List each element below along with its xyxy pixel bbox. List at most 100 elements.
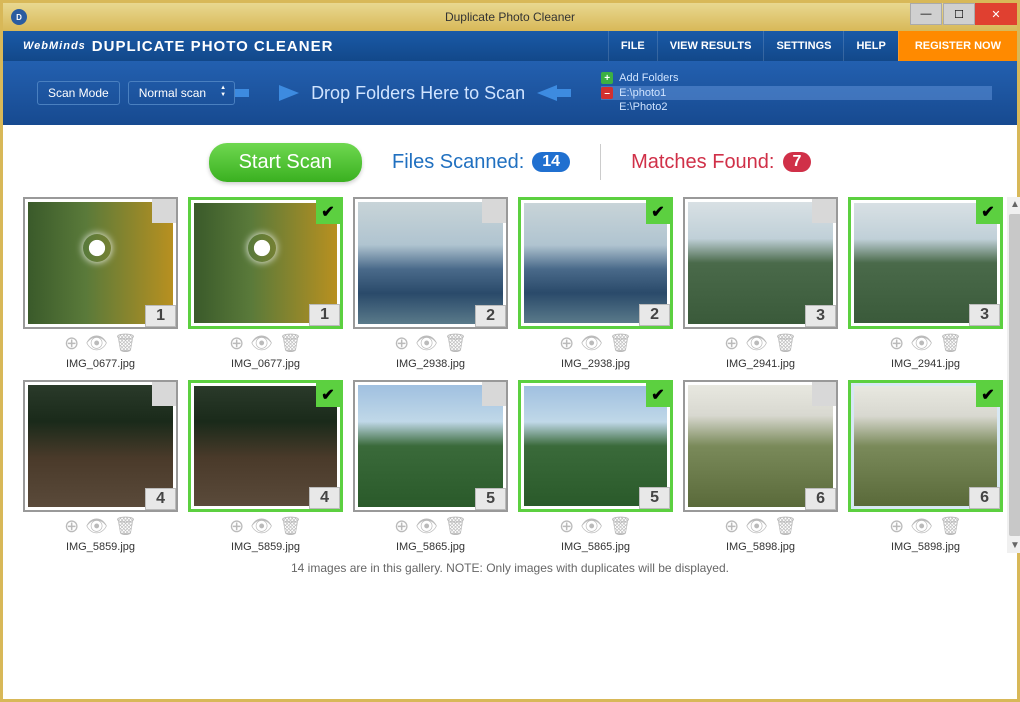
brand-company: WebMinds [23,40,86,52]
thumb-card: 1 ⊕ 👁 🗑 IMG_0677.jpg [23,197,178,370]
eye-icon[interactable]: 👁 [745,516,768,537]
thumb-box[interactable]: ✔ 6 [848,380,1003,512]
thumb-checkbox[interactable]: ✔ [976,200,1000,224]
eye-icon[interactable]: 👁 [85,516,108,537]
group-badge: 5 [639,487,670,509]
thumb-checkbox[interactable] [812,382,836,406]
zoom-icon[interactable]: ⊕ [724,516,739,537]
stats-row: Start Scan Files Scanned: 14 Matches Fou… [3,125,1017,181]
scroll-thumb[interactable] [1009,214,1020,536]
thumb-box[interactable]: ✔ 5 [518,380,673,512]
thumb-filename: IMG_0677.jpg [23,358,178,370]
divider [600,144,601,180]
thumb-actions: ⊕ 👁 🗑 [353,333,508,354]
zoom-icon[interactable]: ⊕ [559,333,574,354]
thumb-checkbox[interactable]: ✔ [976,383,1000,407]
menu-view-results[interactable]: VIEW RESULTS [657,31,764,61]
menu-settings[interactable]: SETTINGS [763,31,843,61]
eye-icon[interactable]: 👁 [415,333,438,354]
thumb-box[interactable]: ✔ 2 [518,197,673,329]
thumb-box[interactable]: 4 [23,380,178,512]
thumb-box[interactable]: 2 [353,197,508,329]
trash-icon[interactable]: 🗑 [939,333,962,354]
eye-icon[interactable]: 👁 [580,516,603,537]
group-badge: 4 [145,488,176,510]
thumb-checkbox[interactable] [152,199,176,223]
zoom-icon[interactable]: ⊕ [559,516,574,537]
eye-icon[interactable]: 👁 [415,516,438,537]
gallery: 1 ⊕ 👁 🗑 IMG_0677.jpg ✔ 1 ⊕ 👁 🗑 IMG_0677.… [23,197,1003,553]
thumb-checkbox[interactable] [482,199,506,223]
thumb-box[interactable]: ✔ 1 [188,197,343,329]
add-folders-button[interactable]: + Add Folders [601,72,992,84]
zoom-icon[interactable]: ⊕ [889,333,904,354]
menu-file[interactable]: FILE [608,31,657,61]
eye-icon[interactable]: 👁 [85,333,108,354]
zoom-icon[interactable]: ⊕ [394,516,409,537]
trash-icon[interactable]: 🗑 [114,333,137,354]
trash-icon[interactable]: 🗑 [774,516,797,537]
trash-icon[interactable]: 🗑 [939,516,962,537]
group-badge: 3 [805,305,836,327]
scan-mode-select[interactable]: Normal scan [128,81,235,105]
thumb-box[interactable]: ✔ 3 [848,197,1003,329]
minus-icon[interactable]: – [601,87,613,99]
thumb-actions: ⊕ 👁 🗑 [683,333,838,354]
thumb-checkbox[interactable]: ✔ [646,383,670,407]
eye-icon[interactable]: 👁 [580,333,603,354]
thumb-actions: ⊕ 👁 🗑 [683,516,838,537]
eye-icon[interactable]: 👁 [250,333,273,354]
thumb-filename: IMG_5898.jpg [683,541,838,553]
thumb-checkbox[interactable] [482,382,506,406]
thumb-card: 3 ⊕ 👁 🗑 IMG_2941.jpg [683,197,838,370]
trash-icon[interactable]: 🗑 [609,333,632,354]
zoom-icon[interactable]: ⊕ [229,516,244,537]
trash-icon[interactable]: 🗑 [444,333,467,354]
group-badge: 3 [969,304,1000,326]
thumb-box[interactable]: 3 [683,197,838,329]
scrollbar[interactable]: ▲ ▼ [1007,197,1020,553]
thumb-box[interactable]: 1 [23,197,178,329]
thumb-checkbox[interactable] [812,199,836,223]
menu-help[interactable]: HELP [843,31,897,61]
eye-icon[interactable]: 👁 [910,516,933,537]
thumb-checkbox[interactable]: ✔ [646,200,670,224]
thumb-card: ✔ 4 ⊕ 👁 🗑 IMG_5859.jpg [188,380,343,553]
thumb-checkbox[interactable]: ✔ [316,200,340,224]
eye-icon[interactable]: 👁 [745,333,768,354]
start-scan-button[interactable]: Start Scan [209,143,362,182]
trash-icon[interactable]: 🗑 [444,516,467,537]
scroll-up-icon[interactable]: ▲ [1008,197,1020,212]
scan-mode-value: Normal scan [139,86,206,100]
trash-icon[interactable]: 🗑 [774,333,797,354]
trash-icon[interactable]: 🗑 [114,516,137,537]
zoom-icon[interactable]: ⊕ [724,333,739,354]
trash-icon[interactable]: 🗑 [279,333,302,354]
thumb-actions: ⊕ 👁 🗑 [188,333,343,354]
drop-folders-text[interactable]: Drop Folders Here to Scan [311,83,525,104]
close-button[interactable]: ✕ [975,3,1017,25]
thumb-checkbox[interactable]: ✔ [316,383,340,407]
eye-icon[interactable]: 👁 [250,516,273,537]
thumb-checkbox[interactable] [152,382,176,406]
register-now-button[interactable]: REGISTER NOW [898,31,1017,61]
eye-icon[interactable]: 👁 [910,333,933,354]
scroll-down-icon[interactable]: ▼ [1008,538,1020,553]
trash-icon[interactable]: 🗑 [609,516,632,537]
thumb-box[interactable]: 5 [353,380,508,512]
zoom-icon[interactable]: ⊕ [229,333,244,354]
thumb-box[interactable]: 6 [683,380,838,512]
minimize-button[interactable]: — [910,3,942,25]
zoom-icon[interactable]: ⊕ [64,516,79,537]
trash-icon[interactable]: 🗑 [279,516,302,537]
thumb-box[interactable]: ✔ 4 [188,380,343,512]
thumb-card: 4 ⊕ 👁 🗑 IMG_5859.jpg [23,380,178,553]
thumb-card: 2 ⊕ 👁 🗑 IMG_2938.jpg [353,197,508,370]
folder-row-2[interactable]: E:\Photo2 [601,100,992,114]
zoom-icon[interactable]: ⊕ [64,333,79,354]
zoom-icon[interactable]: ⊕ [889,516,904,537]
maximize-button[interactable]: ☐ [943,3,975,25]
thumb-filename: IMG_2938.jpg [518,358,673,370]
folder-row-1[interactable]: – E:\photo1 [601,86,992,100]
zoom-icon[interactable]: ⊕ [394,333,409,354]
